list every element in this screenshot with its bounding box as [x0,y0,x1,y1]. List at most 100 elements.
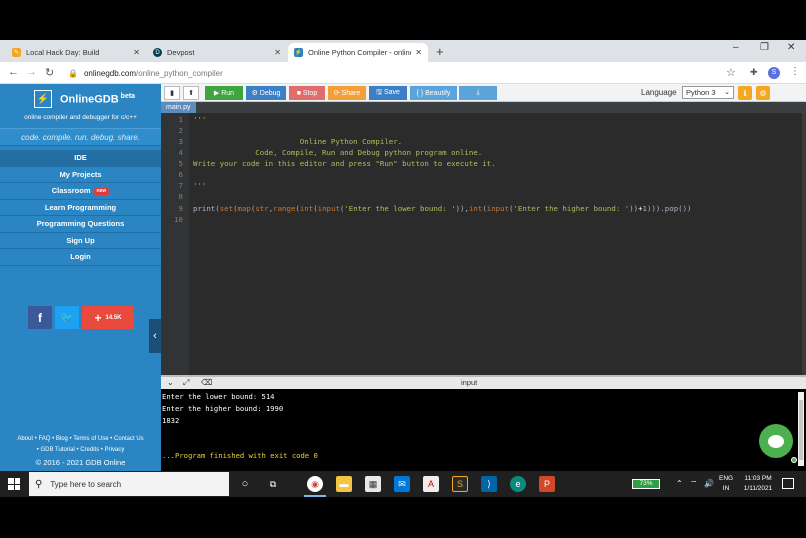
maximize-button[interactable]: ❐ [760,42,769,53]
beta-label: beta [120,92,136,100]
back-arrow-icon[interactable]: ← [8,66,19,78]
editor-scrollbar[interactable] [802,113,806,375]
network-icon[interactable]: ⌔ [690,479,698,489]
browser-tab-devpost[interactable]: D Devpost ✕ [147,43,287,62]
browser-menu-icon[interactable]: ⋮ [790,66,800,77]
code-token: 'Enter the lower bound: ' [344,204,456,213]
sidebar: ⚡ OnlineGDB beta online compiler and debu… [0,84,161,471]
language-indicator[interactable]: ENG IN [719,474,733,494]
debug-button[interactable]: ⚙ Debug [246,86,286,100]
sublime-text-icon[interactable]: S [452,476,468,492]
tab-title: Online Python Compiler - online [308,48,412,57]
url-field[interactable]: 🔒 onlinegdb.com/online_python_compiler [68,65,748,81]
clear-console-icon[interactable]: ⌫ [201,378,212,387]
share-button[interactable]: ⟳ Share [328,86,366,100]
console-scrollbar[interactable] [798,392,804,466]
browser-tab-local-hack-day[interactable]: ✎ Local Hack Day: Build ✕ [6,43,146,62]
task-view-icon[interactable]: ⧉ [265,476,281,492]
new-tab-button[interactable]: + [436,44,444,59]
close-window-button[interactable]: ✕ [787,42,795,53]
collapse-sidebar-chevron-icon[interactable]: ‹ [149,319,161,353]
footer-links-line-1[interactable]: About • FAQ • Blog • Terms of Use • Cont… [0,434,161,445]
stop-button[interactable]: ■ Stop [289,86,325,100]
console-line: ...Program finished with exit code 0 [162,451,318,460]
cortana-icon[interactable]: ○ [237,476,253,492]
extensions-puzzle-icon[interactable]: ✚ [750,67,758,78]
sidebar-item-learn-programming[interactable]: Learn Programming [0,199,161,216]
search-placeholder: Type here to search [50,479,122,489]
line-number: 2 [178,126,183,135]
code-token: input [317,204,340,213]
facebook-button[interactable]: f [28,306,52,329]
run-button[interactable]: ▶ Run [205,86,243,100]
battery-indicator[interactable]: 73% [632,479,660,489]
code-token: str [255,204,269,213]
close-tab-icon[interactable]: ✕ [274,48,281,57]
sidebar-item-login[interactable]: Login [0,249,161,266]
sidebar-item-ide[interactable]: IDE [0,150,161,167]
powerpoint-icon[interactable]: P [539,476,555,492]
beautify-button[interactable]: { } Beautify [410,86,457,100]
logo[interactable]: ⚡ OnlineGDB beta [34,90,135,108]
show-hidden-icons-chevron-icon[interactable]: ⌃ [676,479,683,488]
sidebar-item-sign-up[interactable]: Sign Up [0,232,161,249]
language-line-1: ENG [719,475,734,482]
store-icon[interactable]: ▦ [365,476,381,492]
windows-start-icon[interactable] [8,478,20,490]
minimize-button[interactable]: – [733,42,739,53]
info-icon[interactable]: ℹ [738,86,752,100]
url-path: /online_python_compiler [136,68,223,78]
notifications-icon[interactable] [782,478,794,489]
online-status-dot [791,457,797,463]
new-file-icon[interactable]: ▮ [164,86,180,100]
devpost-favicon-icon: D [153,48,162,57]
sidebar-item-classroom[interactable]: Classroom new [0,183,161,200]
footer-links-line-2[interactable]: • GDB Tutorial • Credits • Privacy [0,445,161,456]
browser-tab-strip: ✎ Local Hack Day: Build ✕ D Devpost ✕ ⚡ … [0,40,806,62]
chat-bubble-icon [768,434,784,448]
console-output[interactable]: Enter the lower bound: 514 Enter the hig… [161,389,806,471]
close-tab-icon[interactable]: ✕ [415,48,422,57]
bolt-favicon-icon: ✎ [12,48,21,57]
console-scroll-thumb[interactable] [799,400,803,460]
new-badge: new [93,187,110,195]
clock-date: 1/11/2021 [743,485,773,492]
sidebar-item-programming-questions[interactable]: Programming Questions [0,216,161,233]
settings-gear-icon[interactable]: ⚙ [756,86,770,100]
code-line-7: ''' [193,181,207,190]
save-button[interactable]: 🖫 Save [369,86,407,100]
language-label: Language [641,88,677,97]
share-count-button[interactable]: +14.5K [82,306,134,329]
collapse-console-chevron-icon[interactable]: ⌄ [167,378,174,387]
twitter-button[interactable]: 🐦 [55,306,79,329]
code-token: input [486,204,510,213]
file-tab-main-py[interactable]: main.py [161,102,196,113]
download-button[interactable]: ⤓ [459,86,497,100]
browser-tab-onlinegdb[interactable]: ⚡ Online Python Compiler - online ✕ [288,43,428,62]
forward-arrow-icon[interactable]: → [26,66,37,78]
taskbar-search-input[interactable]: ⚲ Type here to search [29,472,229,496]
mail-icon[interactable]: ✉ [394,476,410,492]
reload-icon[interactable]: ↻ [45,66,54,79]
acrobat-icon[interactable]: A [423,476,439,492]
taskbar-clock[interactable]: 11:03 PM 1/11/2021 [740,474,776,494]
expand-console-icon[interactable]: ⤢ [183,378,189,388]
chat-support-button[interactable] [759,424,793,458]
lightning-logo-icon: ⚡ [34,90,52,108]
line-number: 10 [174,215,183,224]
language-select[interactable]: Python 3 ⌄ [682,86,734,99]
volume-icon[interactable]: 🔊 [704,479,714,488]
bookmark-star-icon[interactable]: ☆ [726,66,736,79]
code-token: int [299,204,314,213]
close-tab-icon[interactable]: ✕ [133,48,140,57]
file-explorer-icon[interactable]: ▬ [336,476,352,492]
code-editor[interactable]: 1 2 3 4 5 6 7 8 9 10 ''' Online Python C… [161,113,806,375]
chrome-icon[interactable]: ◉ [307,476,323,492]
vscode-icon[interactable]: ⟩ [481,476,497,492]
sidebar-item-my-projects[interactable]: My Projects [0,166,161,183]
upload-icon[interactable]: ⬆ [183,86,199,100]
edge-icon[interactable]: e [510,476,526,492]
chevron-down-icon: ⌄ [724,89,730,96]
tab-title: Local Hack Day: Build [26,48,100,57]
profile-avatar[interactable]: S [768,67,780,79]
